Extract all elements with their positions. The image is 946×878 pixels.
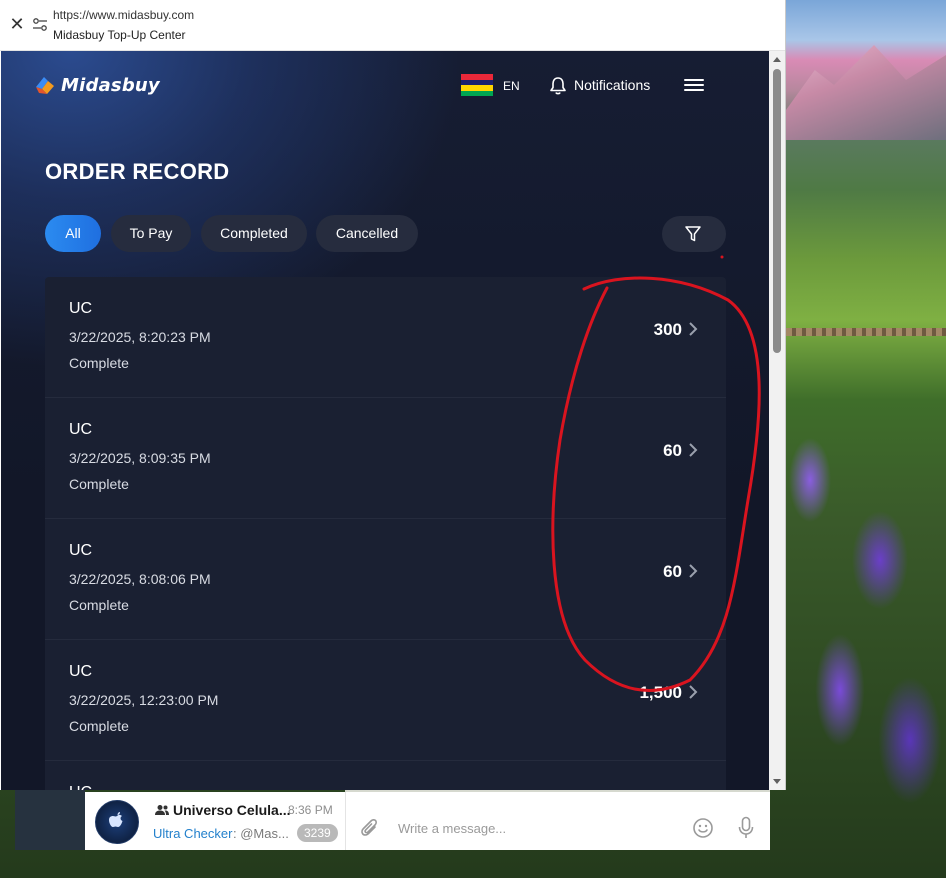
order-product: UC <box>69 663 93 680</box>
tab-cancelled[interactable]: Cancelled <box>316 215 418 252</box>
order-amount: 1,500 <box>639 683 682 702</box>
order-list: UC 3/22/2025, 8:20:23 PM Complete 300 UC… <box>45 277 726 790</box>
page-scrollbar[interactable] <box>769 51 785 790</box>
window-title: Midasbuy Top-Up Center <box>53 28 186 42</box>
browser-window: ✕ https://www.midasbuy.com Midasbuy Top-… <box>0 0 786 790</box>
message-input[interactable] <box>396 816 680 840</box>
chat-last-sender: Ultra Checker <box>153 826 233 841</box>
avatar <box>95 800 139 844</box>
flag-band <box>461 90 493 96</box>
filter-button[interactable] <box>662 216 726 252</box>
url-text: https://www.midasbuy.com <box>53 8 195 22</box>
order-row[interactable]: UC <box>45 761 726 790</box>
filter-icon <box>685 226 701 242</box>
logo-text: Midasbuy <box>61 74 160 96</box>
close-icon[interactable]: ✕ <box>9 14 25 34</box>
order-status: Complete <box>69 355 129 371</box>
midasbuy-logo-icon <box>36 77 54 94</box>
order-row[interactable]: UC 3/22/2025, 12:23:00 PM Complete 1,500 <box>45 640 726 761</box>
country-flag[interactable] <box>461 74 493 96</box>
chat-time: 8:36 PM <box>288 803 333 817</box>
bell-icon[interactable] <box>549 76 567 96</box>
chevron-right-icon <box>689 322 698 336</box>
chat-preview: : @Mas... <box>233 826 289 841</box>
page-title: ORDER RECORD <box>45 159 230 184</box>
order-date: 3/22/2025, 12:23:00 PM <box>69 692 219 708</box>
order-row[interactable]: UC 3/22/2025, 8:09:35 PM Complete 60 <box>45 398 726 519</box>
chevron-right-icon <box>689 685 698 699</box>
unread-badge: 3239 <box>297 824 338 842</box>
page-viewport: Midasbuy EN Notifications ORDER RECORD A… <box>1 51 769 790</box>
hamburger-menu-icon[interactable] <box>684 76 704 94</box>
order-date: 3/22/2025, 8:20:23 PM <box>69 329 211 345</box>
chevron-right-icon <box>689 564 698 578</box>
wallpaper-fence <box>786 328 946 336</box>
browser-titlebar: ✕ https://www.midasbuy.com Midasbuy Top-… <box>0 0 785 51</box>
chevron-right-icon <box>689 443 698 457</box>
emoji-icon[interactable] <box>692 817 714 839</box>
language-selector[interactable]: EN <box>503 79 520 93</box>
chat-name: Universo Celula... <box>173 802 291 818</box>
tab-to-pay[interactable]: To Pay <box>111 215 191 252</box>
scroll-down-arrow-icon[interactable] <box>773 779 781 784</box>
order-status: Complete <box>69 476 129 492</box>
order-product: UC <box>69 542 93 559</box>
tab-all[interactable]: All <box>45 215 101 252</box>
order-row[interactable]: UC 3/22/2025, 8:08:06 PM Complete 60 <box>45 519 726 640</box>
tab-completed[interactable]: Completed <box>201 215 307 252</box>
microphone-icon[interactable] <box>738 816 754 840</box>
order-product: UC <box>69 300 93 317</box>
site-settings-icon[interactable] <box>32 17 48 33</box>
order-status: Complete <box>69 718 129 734</box>
chat-list-item[interactable]: Universo Celula... 8:36 PM Ultra Checker… <box>85 792 345 850</box>
order-date: 3/22/2025, 8:08:06 PM <box>69 571 211 587</box>
order-product: UC <box>69 421 93 438</box>
order-amount: 300 <box>653 320 682 339</box>
order-date: 3/22/2025, 8:09:35 PM <box>69 450 211 466</box>
group-icon <box>155 805 169 815</box>
scroll-thumb[interactable] <box>773 69 781 353</box>
order-amount: 60 <box>663 441 682 460</box>
midasbuy-logo[interactable]: Midasbuy <box>33 71 160 99</box>
order-row[interactable]: UC 3/22/2025, 8:20:23 PM Complete 300 <box>45 277 726 398</box>
message-composer <box>345 792 770 850</box>
order-amount: 60 <box>663 562 682 581</box>
notifications-link[interactable]: Notifications <box>574 77 650 93</box>
order-status: Complete <box>69 597 129 613</box>
scroll-up-arrow-icon[interactable] <box>773 57 781 62</box>
order-product: UC <box>69 784 92 790</box>
apple-logo-icon <box>109 812 123 827</box>
paperclip-icon[interactable] <box>360 817 380 839</box>
background-window-edge <box>15 790 85 850</box>
